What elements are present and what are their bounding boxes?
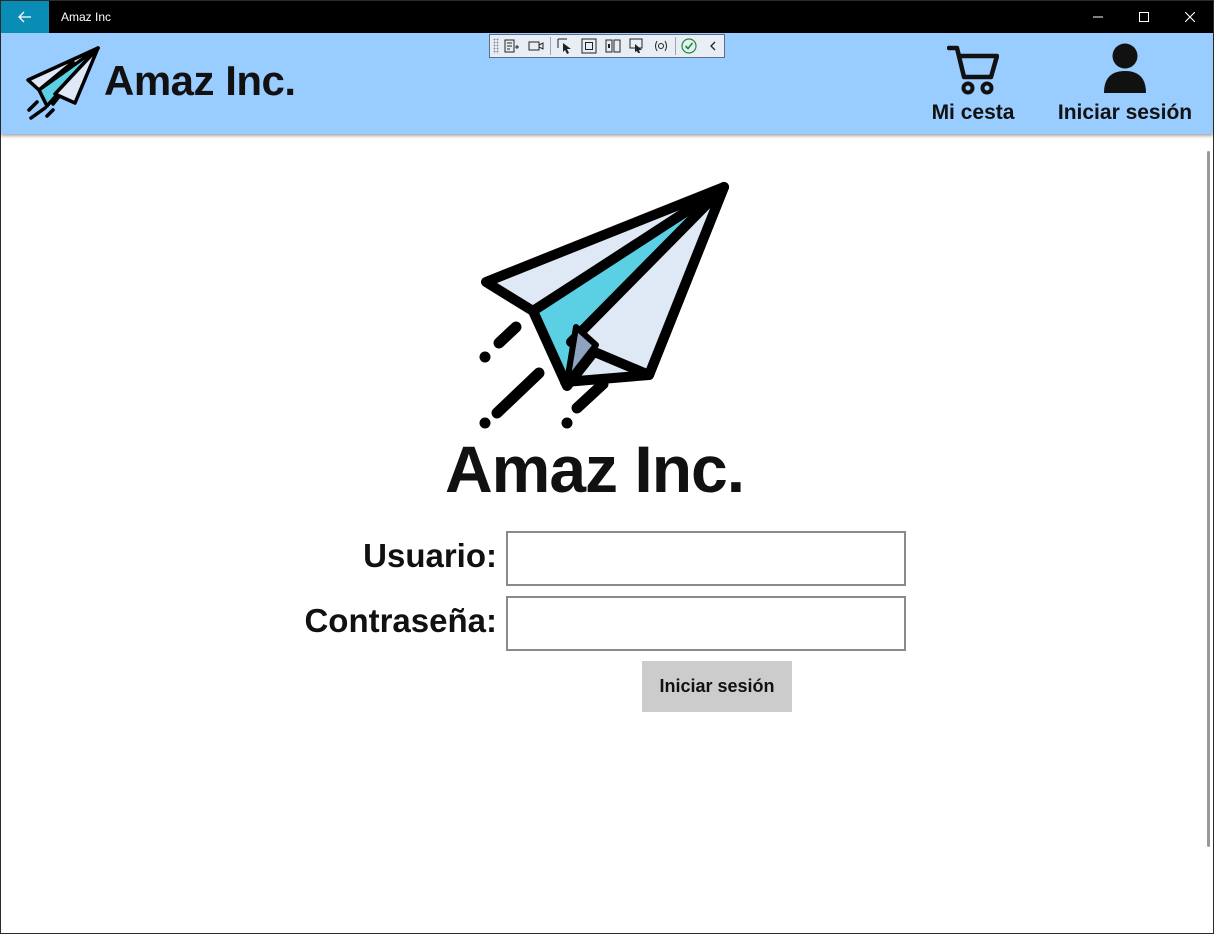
login-submit-button[interactable]: Iniciar sesión [642,661,792,712]
select-element-icon [557,38,571,54]
live-visual-tree-button[interactable] [502,36,523,56]
password-label: Contraseña: [304,602,497,639]
binding-failures-icon [655,40,668,52]
cart-button[interactable]: Mi cesta [927,43,1019,125]
track-focus-icon [605,39,621,53]
password-input[interactable] [506,596,906,651]
xaml-debug-toolbar [489,34,725,58]
binding-failures-button[interactable] [651,36,672,56]
minimize-button[interactable] [1075,1,1121,33]
title-bar: Amaz Inc [1,1,1213,33]
preview-selection-button[interactable] [626,36,647,56]
window-title: Amaz Inc [61,10,112,24]
toolbar-separator [550,37,552,55]
chevron-left-icon [710,41,716,51]
cart-label: Mi cesta [931,101,1015,124]
login-nav-button[interactable]: Iniciar sesión [1053,43,1197,125]
maximize-button[interactable] [1121,1,1167,33]
username-label: Usuario: [363,537,497,574]
display-adorners-button[interactable] [578,36,599,56]
back-button[interactable] [1,1,49,33]
toolbar-grip[interactable] [493,38,499,54]
track-focus-button[interactable] [602,36,623,56]
record-icon [528,41,544,51]
record-button[interactable] [526,36,547,56]
main-brand-name: Amaz Inc. [445,432,745,506]
hot-reload-ok-icon [681,38,697,54]
preview-selection-icon [629,38,643,53]
username-row: Usuario: [241,531,911,587]
display-layout-adorners-icon [581,38,597,54]
live-visual-tree-icon [504,39,520,53]
maximize-icon [1139,12,1149,22]
close-button[interactable] [1167,1,1213,33]
header-brand-name: Amaz Inc. [104,57,296,104]
select-element-button[interactable] [554,36,575,56]
login-nav-label: Iniciar sesión [1057,101,1193,124]
shopping-cart-icon [947,45,999,95]
arrow-left-icon [18,11,31,23]
username-input[interactable] [506,531,906,586]
window-controls [1075,1,1213,33]
app-header: Amaz Inc. Mi cesta Iniciar sesión [1,33,1213,134]
toolbar-separator [674,37,676,55]
password-row: Contraseña: [241,596,911,652]
minimize-icon [1093,16,1103,18]
paper-plane-logo-icon [26,46,100,120]
hot-reload-status-button[interactable] [679,36,700,56]
app-window: Amaz Inc Amaz Inc. Mi cesta Iniciar sesi… [0,0,1214,934]
collapse-toolbar-button[interactable] [703,36,724,56]
paper-plane-logo-icon [479,182,729,429]
user-icon [1104,43,1146,93]
vertical-scrollbar[interactable] [1207,151,1210,847]
close-icon [1185,12,1195,22]
